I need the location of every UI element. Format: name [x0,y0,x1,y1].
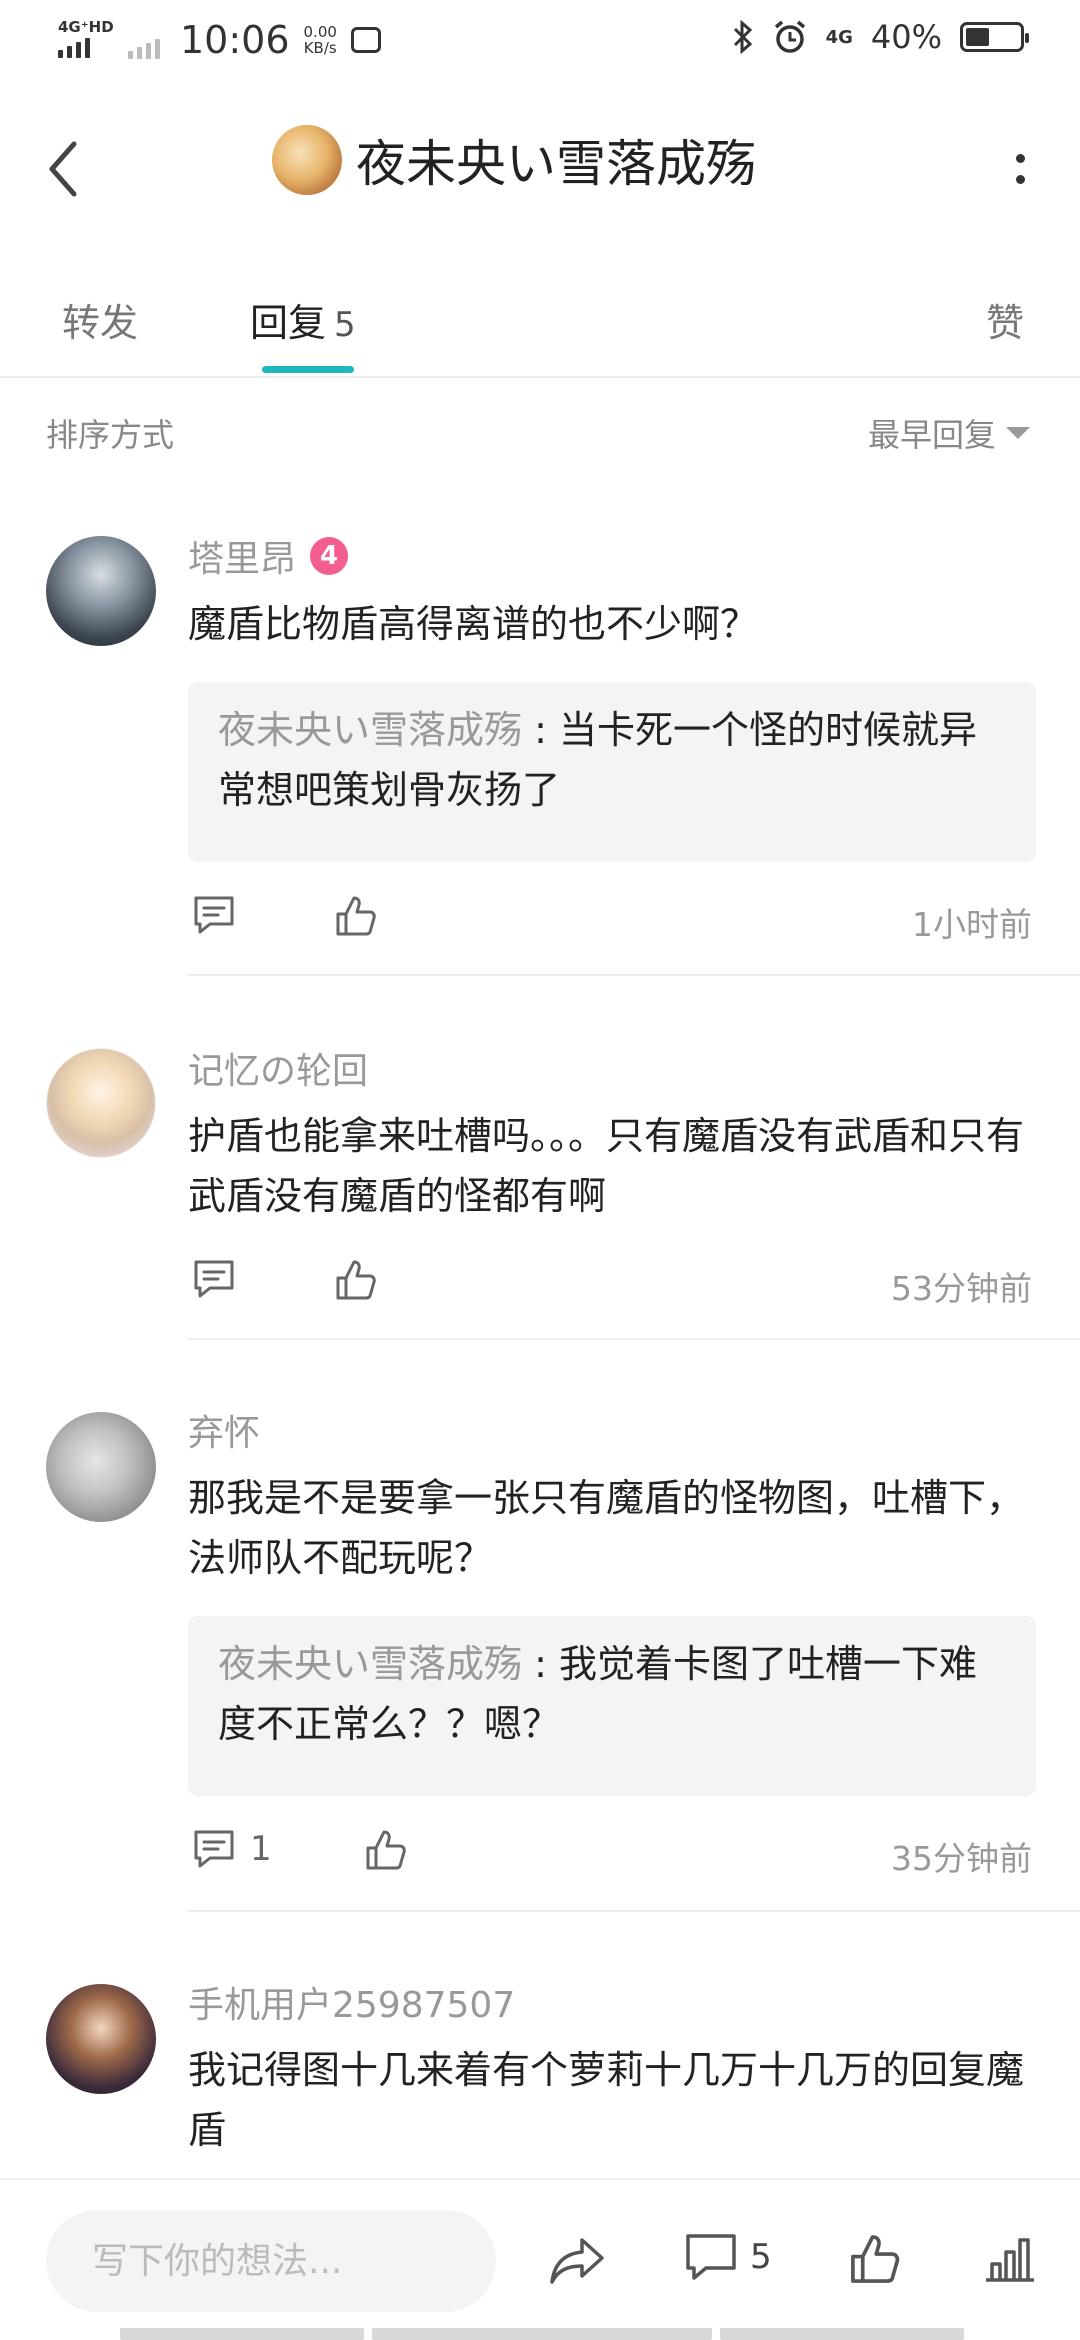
tab-bar: 转发 回复 5 赞 [0,270,1080,378]
username-text: 记忆の轮回 [188,1051,369,1092]
comment-text: 那我是不是要拿一张只有魔盾的怪物图，吐槽下，法师队不配玩呢？ [188,1476,1025,1580]
quote-author[interactable]: 夜未央い雪落成殇 [218,1642,522,1686]
tab-reply[interactable]: 回复 5 [250,292,356,347]
reply-button[interactable] [192,894,250,936]
caret-down-icon [1006,427,1030,439]
comment-item: 手机用户25987507 我记得图十几来着有个萝莉十几万十几万的回复魔盾 [0,1976,1080,2176]
divider [188,1338,1080,1340]
status-bar-right: 4G 40% [732,18,1029,56]
comment-item: 记忆の轮回 护盾也能拿来吐槽吗。。。只有魔盾没有武盾和只有武盾没有魔盾的怪都有啊… [0,1042,1080,1342]
comment-text: 我记得图十几来着有个萝莉十几万十几万的回复魔盾 [188,2048,1025,2152]
quote-author[interactable]: 夜未央い雪落成殇 [218,708,522,752]
quoted-reply[interactable]: 夜未央い雪落成殇 : 我觉着卡图了吐槽一下难度不正常么？？嗯？ [188,1616,1036,1796]
back-button[interactable] [44,134,84,204]
reply-count: 1 [250,1829,272,1869]
stats-button[interactable] [984,2234,1036,2288]
net-speed: 0.00 KB/s [304,24,337,56]
sort-label: 排序方式 [46,416,175,454]
tab-like[interactable]: 赞 [986,292,1024,347]
header-avatar[interactable] [272,125,342,195]
comment-count-button[interactable]: 5 [684,2232,772,2282]
username-text: 手机用户25987507 [188,1985,516,2026]
comment-time: 53分钟前 [891,1269,1032,1308]
tab-reply-label: 回复 [250,301,327,345]
username-text: 弃怀 [188,1413,261,1454]
comment-text: 魔盾比物盾高得离谱的也不少啊？ [188,602,759,646]
bluetooth-icon [733,20,752,54]
gesture-bar [120,2328,964,2340]
sort-value: 最早回复 [867,416,996,454]
comment-count: 5 [750,2237,772,2277]
comment-actions: 1小时前 [188,894,1036,944]
comment-time: 1小时前 [912,905,1032,944]
comment-item: 塔里昂 4 魔盾比物盾高得离谱的也不少啊？ 夜未央い雪落成殇 : 当卡死一个怪的… [0,530,1080,980]
network-right-label: 4G [825,26,853,48]
level-badge: 4 [310,537,349,575]
tab-reply-count: 5 [334,305,356,345]
status-bar-left: 4G⁺HD 10:06 0.00 KB/s [58,18,381,62]
quote-colon: : [522,708,559,752]
status-bar: 4G⁺HD 10:06 0.00 KB/s 4G 40% [0,0,1080,84]
battery-percent: 40% [870,18,942,56]
sort-dropdown[interactable]: 最早回复 [868,410,1030,456]
comment-actions: 1 35分钟前 [188,1828,1036,1878]
cellular-signal: 4G⁺HD [58,18,114,60]
comment-username[interactable]: 弃怀 [188,1404,260,1456]
net-speed-value: 0.00 [303,23,337,41]
tab-forward[interactable]: 转发 [62,292,138,347]
like-button[interactable] [334,1258,378,1306]
sort-bar: 排序方式 最早回复 [0,410,1080,460]
avatar[interactable] [46,1048,156,1158]
comment-actions: 53分钟前 [188,1258,1036,1308]
reply-button[interactable] [192,1258,250,1300]
share-button[interactable] [548,2236,606,2290]
comment-icon [194,896,234,934]
header-user[interactable]: 夜未央い雪落成殇 [272,124,756,196]
status-time: 10:06 [180,18,290,62]
like-button[interactable] [334,894,378,942]
active-tab-indicator [262,366,354,373]
quoted-reply[interactable]: 夜未央い雪落成殇 : 当卡死一个怪的时候就异常想吧策划骨灰扬了 [188,682,1036,862]
username-text: 塔里昂 [188,539,297,580]
bottom-action-bar: 5 [0,2178,1080,2340]
signal-icon [58,24,90,58]
quote-colon: : [522,1642,559,1686]
battery-fill [966,28,990,46]
notification-app-icon [350,27,381,53]
signal-2-icon [128,25,160,59]
alarm-icon [774,20,805,53]
back-icon [49,141,77,197]
comment-username[interactable]: 塔里昂 4 [188,530,349,582]
share-icon [550,2238,604,2284]
divider [188,974,1080,976]
net-speed-unit: KB/s [303,39,337,57]
comment-input-container[interactable] [46,2210,496,2312]
header-title[interactable]: 夜未央い雪落成殇 [356,124,756,196]
like-icon [851,2235,900,2283]
comment-username[interactable]: 手机用户25987507 [188,1976,515,2028]
comment-item: 弃怀 那我是不是要拿一张只有魔盾的怪物图，吐槽下，法师队不配玩呢？ 夜未央い雪落… [0,1404,1080,1914]
more-icon [1015,154,1025,184]
stats-icon [986,2238,1034,2282]
like-button[interactable] [848,2232,902,2290]
comment-time: 35分钟前 [891,1839,1032,1878]
comment-icon [194,1260,234,1298]
more-button[interactable] [1000,134,1040,204]
comment-input[interactable] [46,2210,496,2312]
battery-icon [960,22,1029,52]
divider [188,1910,1080,1912]
avatar[interactable] [46,1412,156,1522]
comment-text: 护盾也能拿来吐槽吗。。。只有魔盾没有武盾和只有武盾没有魔盾的怪都有啊 [188,1114,1025,1218]
comment-icon [686,2234,736,2280]
top-app-bar: 夜未央い雪落成殇 [0,84,1080,254]
like-button[interactable] [364,1828,408,1876]
comment-username[interactable]: 记忆の轮回 [188,1042,368,1094]
avatar[interactable] [46,1984,156,2094]
reply-button[interactable]: 1 [192,1828,272,1870]
thumbs-up-icon [366,1830,406,1870]
avatar[interactable] [46,536,156,646]
comment-icon [194,1830,234,1868]
thumbs-up-icon [336,896,376,936]
thumbs-up-icon [336,1260,376,1300]
